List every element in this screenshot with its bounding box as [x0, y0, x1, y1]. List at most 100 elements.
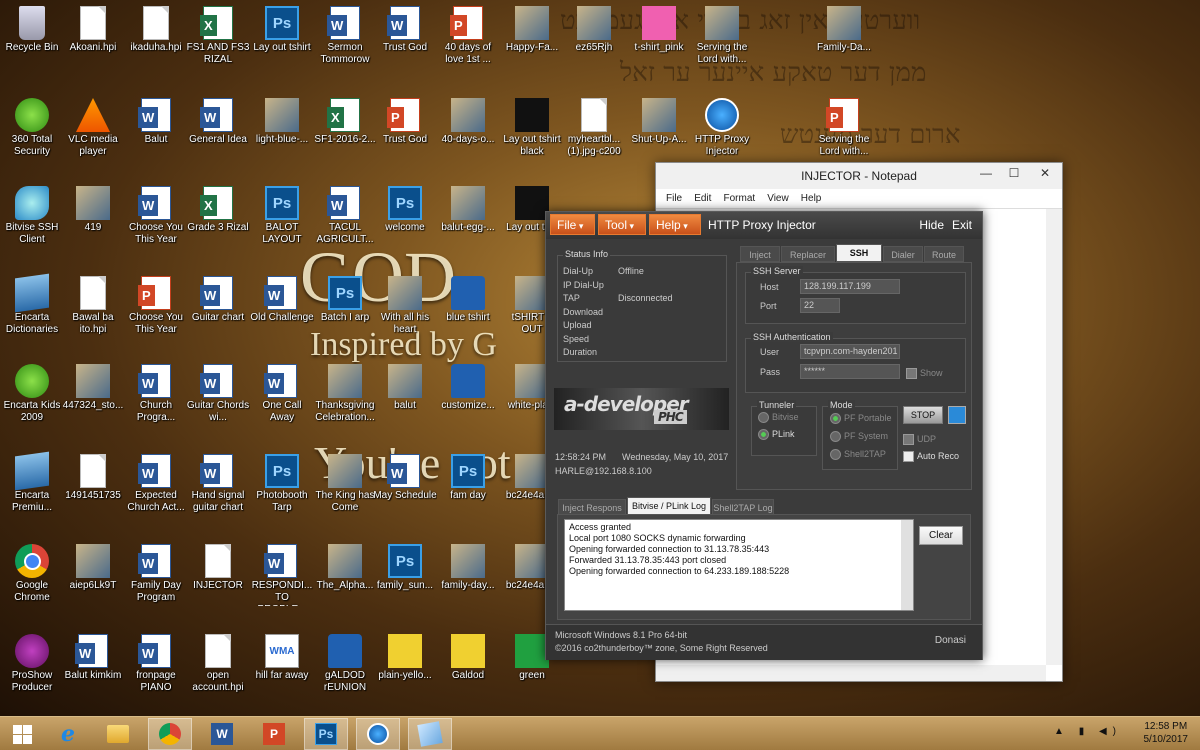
desktop-icon[interactable]: t-shirt_pink [627, 4, 691, 90]
desktop-icon[interactable]: P 40 days of love 1st ... [436, 4, 500, 90]
auto-reco-checkbox[interactable]: Auto Reco [903, 450, 959, 462]
desktop-icon[interactable]: W Sermon Tommorow [313, 4, 377, 90]
desktop-icon[interactable]: Happy-Fa... [500, 4, 564, 90]
desktop-icon[interactable]: W Guitar chart [186, 274, 250, 360]
desktop-icon[interactable]: ikaduha.hpi [124, 4, 188, 90]
log-textarea[interactable]: Access granted Local port 1080 SOCKS dyna… [564, 519, 914, 611]
desktop-icon[interactable]: Ps family_sun... [373, 542, 437, 628]
desktop-icon[interactable]: Ps Batch I arp [313, 274, 377, 360]
desktop-icon[interactable]: Ps welcome [373, 184, 437, 270]
injector-tool-menu[interactable]: Tool [598, 214, 646, 235]
desktop-icon[interactable]: W Choose You This Year [124, 184, 188, 270]
desktop-icon[interactable]: light-blue-... [250, 96, 314, 182]
tab-ssh[interactable]: SSH [836, 244, 882, 262]
desktop-icon[interactable]: W Balut kimkim [61, 632, 125, 718]
menu-view[interactable]: View [767, 189, 789, 209]
show-password-checkbox[interactable]: Show [906, 367, 943, 379]
desktop-icon[interactable]: Encarta Premiu... [0, 451, 64, 538]
desktop-icon[interactable]: ProShow Producer [0, 632, 64, 718]
maximize-button[interactable]: ☐ [1000, 163, 1028, 183]
desktop-icon[interactable]: INJECTOR [186, 542, 250, 628]
desktop-icon[interactable]: VLC media player [61, 96, 125, 182]
taskbar-file-explorer[interactable] [96, 718, 140, 750]
start-button[interactable] [0, 718, 44, 750]
tab-dialer[interactable]: Dialer [883, 246, 923, 262]
host-field[interactable]: 128.199.117.199 [800, 279, 900, 294]
desktop-icon[interactable]: Ps Photobooth Tarp [250, 452, 314, 538]
mode-pf-portable-radio[interactable]: PF Portable [830, 412, 892, 424]
desktop-icon[interactable]: balut-egg-... [436, 184, 500, 270]
desktop-icon[interactable]: Bawal ba ito.hpi [61, 274, 125, 360]
desktop-icon[interactable]: gALDOD rEUNION [313, 632, 377, 718]
desktop-icon[interactable]: Ps fam day [436, 452, 500, 538]
tab-route[interactable]: Route [924, 246, 964, 262]
injector-file-menu[interactable]: File [550, 214, 595, 235]
desktop-icon[interactable]: X FS1 AND FS3 RIZAL [186, 4, 250, 90]
desktop-icon[interactable]: customize... [436, 362, 500, 448]
desktop-icon[interactable]: W TACUL AGRICULT... [313, 184, 377, 270]
desktop-icon[interactable]: Ps Lay out tshirt [250, 4, 314, 90]
horizontal-scrollbar[interactable] [656, 665, 1046, 681]
taskbar-photoshop[interactable]: Ps [304, 718, 348, 750]
desktop-icon[interactable]: 360 Total Security [0, 96, 64, 182]
notepad-titlebar[interactable]: INJECTOR - Notepad — ☐ ✕ [656, 163, 1062, 189]
pass-field[interactable]: ****** [800, 364, 900, 379]
minimize-button[interactable]: — [972, 163, 1000, 183]
desktop-icon[interactable]: W Guitar Chords wi... [186, 362, 250, 448]
taskbar-word[interactable]: W [200, 718, 244, 750]
desktop-icon[interactable]: With all his heart [373, 274, 437, 360]
hide-button[interactable]: Hide [919, 212, 944, 239]
taskbar-proxy-injector[interactable] [356, 718, 400, 750]
desktop-icon[interactable]: W Expected Church Act... [124, 452, 188, 538]
menu-file[interactable]: File [666, 189, 682, 209]
desktop-icon[interactable]: Bitvise SSH Client [0, 184, 64, 270]
tunneler-bitvise-radio[interactable]: Bitvise [758, 411, 799, 423]
desktop-icon[interactable]: Galdod [436, 632, 500, 718]
system-tray[interactable]: ▲ ▮ ◀) [1054, 726, 1122, 737]
desktop-icon[interactable]: Serving the Lord with... [690, 4, 754, 90]
desktop-icon[interactable]: open account.hpi [186, 632, 250, 718]
desktop-icon[interactable]: 419 [61, 184, 125, 270]
menu-format[interactable]: Format [723, 189, 755, 209]
desktop-icon[interactable]: family-day... [436, 542, 500, 628]
desktop-icon[interactable]: Family-Da... [812, 4, 876, 90]
desktop-icon[interactable]: plain-yello... [373, 632, 437, 718]
mode-pf-system-radio[interactable]: PF System [830, 430, 888, 442]
taskbar-chrome[interactable] [148, 718, 192, 750]
desktop-icon[interactable]: The_Alpha... [313, 542, 377, 628]
taskbar-powerpoint[interactable]: P [252, 718, 296, 750]
user-field[interactable]: tcpvpn.com-hayden201 [800, 344, 900, 359]
desktop-icon[interactable]: P Choose You This Year [124, 274, 188, 360]
proxy-injector-window[interactable]: File Tool Help HTTP Proxy Injector Hide … [545, 211, 983, 660]
desktop-icon[interactable]: W Trust God [373, 4, 437, 90]
desktop-icon[interactable]: W Hand signal guitar chart [186, 452, 250, 538]
desktop-icon[interactable]: WRESPONDI... TO PROBLE... [250, 542, 314, 628]
desktop-icon[interactable]: W Family Day Program [124, 542, 188, 628]
menu-help[interactable]: Help [801, 189, 822, 209]
desktop-icon[interactable]: aiep6Lk9T [61, 542, 125, 628]
desktop-icon[interactable]: The King has Come [313, 452, 377, 538]
donate-link[interactable]: Donasi [935, 635, 966, 646]
desktop-icon[interactable]: 447324_sto... [61, 362, 125, 448]
mode-shell2tap-radio[interactable]: Shell2TAP [830, 448, 886, 460]
refresh-icon[interactable] [948, 406, 966, 424]
desktop-icon[interactable]: Encarta Dictionaries [0, 273, 64, 360]
tab-replacer[interactable]: Replacer [781, 246, 835, 262]
desktop-icon[interactable]: ez65Rjh [562, 4, 626, 90]
stop-button[interactable]: STOP [903, 406, 943, 424]
desktop-icon[interactable]: W Old Challenge [250, 274, 314, 360]
exit-button[interactable]: Exit [952, 212, 972, 239]
desktop-icon[interactable]: WMA hill far away [250, 632, 314, 718]
desktop-icon[interactable]: Thanksgiving Celebration... [313, 362, 377, 448]
taskbar-clock[interactable]: 12:58 PM 5/10/2017 [1144, 720, 1189, 746]
menu-edit[interactable]: Edit [694, 189, 711, 209]
desktop-icon[interactable]: Akoani.hpi [61, 4, 125, 90]
desktop-icon[interactable]: X Grade 3 Rizal [186, 184, 250, 270]
desktop-icon[interactable]: blue tshirt [436, 274, 500, 360]
injector-help-menu[interactable]: Help [649, 214, 701, 235]
desktop-icon[interactable]: X SF1-2016-2... [313, 96, 377, 182]
desktop-icon[interactable]: Wfronpage PIANO [124, 632, 188, 718]
tab-inject[interactable]: Inject [740, 246, 780, 262]
desktop-icon[interactable]: W Balut [124, 96, 188, 182]
desktop-icon[interactable]: Encarta Kids 2009 [0, 362, 64, 448]
